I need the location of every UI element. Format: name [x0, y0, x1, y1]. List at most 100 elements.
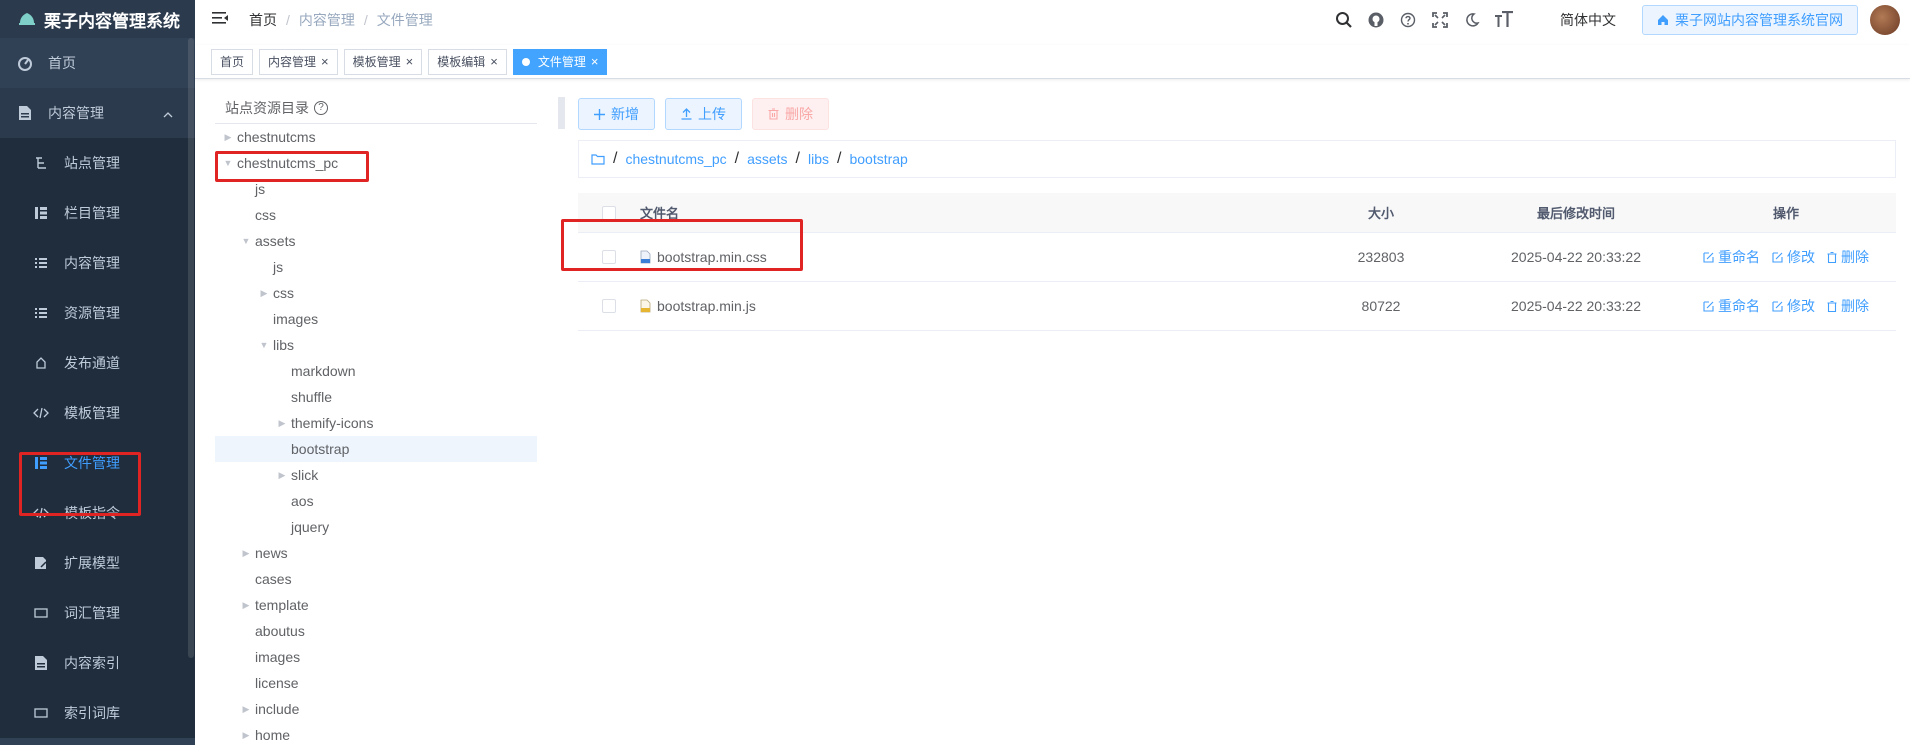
tag-file-mgmt[interactable]: 文件管理 ×	[512, 48, 608, 75]
caret-right-icon[interactable]: ▶	[237, 600, 255, 611]
caret-right-icon[interactable]: ▶	[273, 418, 291, 429]
tree-node[interactable]: ▶ template	[215, 592, 537, 618]
tree-node[interactable]: ▶images	[215, 644, 537, 670]
sidebar-item-model[interactable]: 扩展模型	[0, 538, 195, 588]
rename-button[interactable]: 重命名	[1703, 296, 1760, 316]
sidebar-item-template[interactable]: 模板管理	[0, 388, 195, 438]
sidebar-item-index[interactable]: 内容索引	[0, 638, 195, 688]
breadcrumb-home[interactable]: 首页	[249, 10, 277, 30]
tree-node[interactable]: ▶js	[215, 254, 537, 280]
tree-node[interactable]: ▶ news	[215, 540, 537, 566]
path-segment[interactable]: chestnutcms_pc	[625, 151, 726, 167]
sidebar-item-catalog[interactable]: 栏目管理	[0, 188, 195, 238]
help-icon[interactable]: ?	[314, 100, 328, 115]
caret-right-icon[interactable]: ▶	[219, 132, 237, 143]
tree-node[interactable]: ▶bootstrap	[215, 436, 537, 462]
tag-content[interactable]: 内容管理 ×	[259, 48, 338, 75]
select-all-checkbox[interactable]	[602, 205, 616, 220]
tree-node[interactable]: ▶aos	[215, 488, 537, 514]
upload-icon	[681, 108, 692, 120]
fullscreen-icon[interactable]	[1430, 10, 1450, 30]
caret-right-icon[interactable]: ▶	[237, 548, 255, 559]
caret-right-icon[interactable]: ▶	[273, 470, 291, 481]
close-icon[interactable]: ×	[490, 54, 498, 69]
sidebar-item-content-mgmt[interactable]: 内容管理	[0, 88, 195, 138]
row-checkbox[interactable]	[602, 299, 616, 313]
caret-down-icon[interactable]: ▼	[237, 236, 255, 246]
edit-button[interactable]: 修改	[1772, 296, 1815, 316]
tree-node-label: css	[273, 285, 294, 301]
language-select[interactable]: 简体中文	[1560, 10, 1616, 30]
caret-right-icon[interactable]: ▶	[237, 730, 255, 741]
path-segment[interactable]: bootstrap	[849, 151, 907, 167]
tree-node-label: markdown	[291, 363, 356, 379]
tag-home[interactable]: 首页	[211, 48, 254, 75]
edit-button[interactable]: 修改	[1772, 247, 1815, 267]
breadcrumb-content[interactable]: 内容管理	[299, 10, 355, 30]
caret-down-icon[interactable]: ▼	[255, 340, 273, 350]
close-icon[interactable]: ×	[406, 54, 414, 69]
upload-label: 上传	[698, 106, 726, 122]
tree-node[interactable]: ▶css	[215, 202, 537, 228]
hamburger-icon[interactable]	[211, 10, 231, 30]
tree-node[interactable]: ▶jquery	[215, 514, 537, 540]
tree-node-label: news	[255, 545, 288, 561]
sidebar-item-index-words[interactable]: 索引词库	[0, 688, 195, 738]
tree-node-label: aos	[291, 493, 314, 509]
path-segment[interactable]: libs	[808, 151, 829, 167]
caret-right-icon[interactable]: ▶	[255, 288, 273, 299]
caret-right-icon[interactable]: ▶	[237, 704, 255, 715]
tree-node-label: jquery	[291, 519, 330, 535]
tree-node[interactable]: ▼ libs	[215, 332, 537, 358]
sidebar-item-publish[interactable]: 发布通道	[0, 338, 195, 388]
github-icon[interactable]	[1366, 10, 1386, 30]
sidebar-item-home[interactable]: 首页	[0, 38, 195, 88]
question-icon[interactable]	[1398, 10, 1418, 30]
row-delete-button[interactable]: 删除	[1827, 247, 1869, 267]
close-icon[interactable]: ×	[591, 54, 599, 69]
tag-template-edit[interactable]: 模板编辑 ×	[428, 48, 507, 75]
tree-node[interactable]: ▶ chestnutcms	[215, 124, 537, 150]
tag-template[interactable]: 模板管理 ×	[343, 48, 423, 75]
code-icon	[32, 404, 50, 422]
sidebar-item-resource[interactable]: 资源管理	[0, 288, 195, 338]
tree-node[interactable]: ▶cases	[215, 566, 537, 592]
upload-button[interactable]: 上传	[665, 98, 742, 130]
tree-node[interactable]: ▶markdown	[215, 358, 537, 384]
home-icon	[1658, 15, 1668, 25]
tree-node[interactable]: ▶aboutus	[215, 618, 537, 644]
tree-node[interactable]: ▶ themify-icons	[215, 410, 537, 436]
tree-node[interactable]: ▶images	[215, 306, 537, 332]
rename-button[interactable]: 重命名	[1703, 247, 1760, 267]
file-name[interactable]: bootstrap.min.js	[657, 298, 756, 314]
tag-label: 模板编辑	[437, 55, 486, 69]
tree-node-label: css	[255, 207, 276, 223]
path-segment[interactable]: assets	[747, 151, 787, 167]
avatar[interactable]	[1870, 5, 1900, 35]
tree-node[interactable]: ▶ home	[215, 722, 537, 745]
panel-splitter[interactable]	[558, 97, 565, 129]
row-delete-button[interactable]: 删除	[1827, 296, 1869, 316]
tree-node[interactable]: ▶license	[215, 670, 537, 696]
sidebar-item-vocab[interactable]: 词汇管理	[0, 588, 195, 638]
edit-icon	[1703, 300, 1714, 312]
delete-button[interactable]: 删除	[752, 98, 829, 130]
moon-icon[interactable]	[1462, 10, 1482, 30]
delete-label: 删除	[1841, 249, 1869, 265]
tree-node[interactable]: ▶ slick	[215, 462, 537, 488]
add-button[interactable]: 新增	[578, 98, 655, 130]
sidebar-item-content[interactable]: 内容管理	[0, 238, 195, 288]
tree-node[interactable]: ▼ assets	[215, 228, 537, 254]
tree-node-label: images	[255, 649, 301, 665]
official-site-button[interactable]: 栗子网站内容管理系统官网	[1642, 5, 1858, 35]
tree-node[interactable]: ▶shuffle	[215, 384, 537, 410]
tree-node[interactable]: ▶css	[215, 280, 537, 306]
sidebar-scrollbar[interactable]	[188, 38, 194, 658]
tree-node[interactable]: ▶ include	[215, 696, 537, 722]
folder-icon	[591, 154, 605, 165]
sidebar-item-site[interactable]: 站点管理	[0, 138, 195, 188]
font-size-icon[interactable]	[1494, 10, 1514, 30]
search-icon[interactable]	[1334, 10, 1354, 30]
logo[interactable]: 栗子内容管理系统	[0, 0, 195, 38]
close-icon[interactable]: ×	[321, 54, 329, 69]
